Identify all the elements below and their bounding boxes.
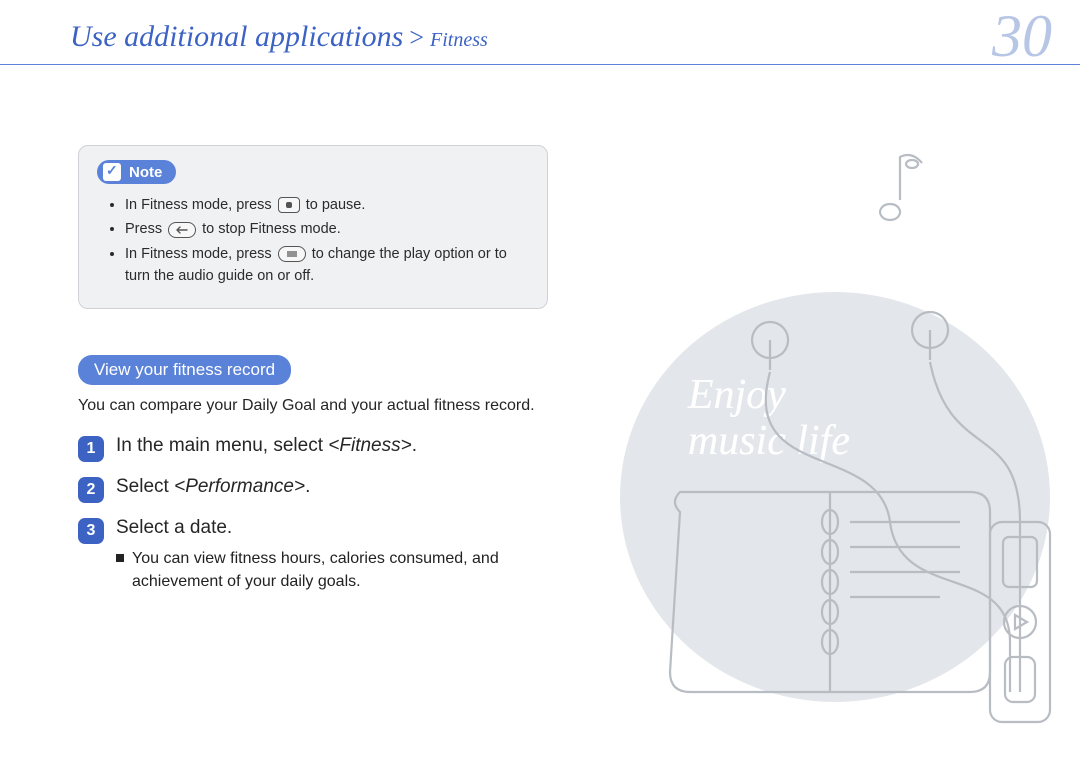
- breadcrumb-main: Use additional applications: [70, 20, 403, 54]
- note-list: In Fitness mode, press to pause. Press t…: [97, 194, 529, 288]
- note-item: In Fitness mode, press to change the pla…: [125, 243, 529, 288]
- note-item: In Fitness mode, press to pause.: [125, 194, 529, 216]
- step-item: 2 Select <Performance>.: [78, 476, 1080, 503]
- note-box: Note In Fitness mode, press to pause. Pr…: [78, 145, 548, 309]
- note-badge: Note: [97, 160, 176, 184]
- bullet-icon: [116, 554, 124, 562]
- note-text: to stop Fitness mode.: [202, 221, 341, 237]
- square-button-icon: [278, 197, 300, 213]
- page-number: 30: [992, 2, 1052, 71]
- note-text: In Fitness mode, press: [125, 246, 276, 262]
- page-header: Use additional applications > Fitness 30: [0, 0, 1080, 65]
- section-pill: View your fitness record: [78, 355, 291, 385]
- step-text: Select a date. You can view fitness hour…: [116, 517, 536, 593]
- step-number: 2: [78, 477, 104, 503]
- step-sub-text: You can view fitness hours, calories con…: [132, 547, 536, 593]
- step-number: 1: [78, 436, 104, 462]
- step-sub-item: You can view fitness hours, calories con…: [116, 547, 536, 593]
- step-item: 1 In the main menu, select <Fitness>.: [78, 435, 1080, 462]
- note-item: Press to stop Fitness mode.: [125, 218, 529, 240]
- step-em: <Performance>: [174, 476, 305, 497]
- step-number: 3: [78, 518, 104, 544]
- step-post: .: [305, 476, 310, 497]
- note-text: In Fitness mode, press: [125, 197, 276, 213]
- breadcrumb-sep: >: [409, 23, 424, 53]
- back-button-icon: [168, 222, 196, 238]
- step-list: 1 In the main menu, select <Fitness>. 2 …: [78, 435, 1080, 593]
- menu-button-icon: [278, 246, 306, 262]
- step-pre: Select: [116, 476, 174, 497]
- note-badge-label: Note: [129, 164, 162, 181]
- step-pre: Select a date.: [116, 517, 232, 538]
- step-text: Select <Performance>.: [116, 476, 310, 498]
- step-text: In the main menu, select <Fitness>.: [116, 435, 417, 457]
- step-post: .: [412, 435, 417, 456]
- step-item: 3 Select a date. You can view fitness ho…: [78, 517, 1080, 593]
- note-text: to pause.: [306, 197, 366, 213]
- check-icon: [103, 163, 121, 181]
- step-pre: In the main menu, select: [116, 435, 328, 456]
- breadcrumb: Use additional applications > Fitness: [70, 20, 1040, 54]
- step-em: <Fitness>: [328, 435, 411, 456]
- step-sub-list: You can view fitness hours, calories con…: [116, 547, 536, 593]
- music-note-icon: [860, 142, 930, 222]
- section-intro: You can compare your Daily Goal and your…: [78, 397, 1080, 415]
- breadcrumb-sub: Fitness: [430, 29, 488, 52]
- note-text: Press: [125, 221, 166, 237]
